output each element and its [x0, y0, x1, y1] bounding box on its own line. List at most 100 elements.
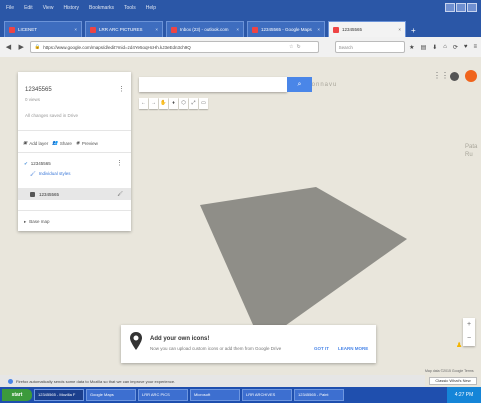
home-icon[interactable]: ⌂	[443, 44, 447, 51]
share-icon: 👥	[52, 140, 58, 145]
close-icon[interactable]: ×	[74, 27, 77, 32]
tab-lrr-arc-pictures[interactable]: LRR ARC PICTURES ×	[85, 21, 163, 37]
back-icon[interactable]: ◀	[4, 43, 13, 51]
info-icon	[8, 378, 13, 384]
sync-icon[interactable]: ⟳	[453, 44, 458, 51]
library-icon[interactable]: ▤	[421, 44, 427, 51]
layer-style-link[interactable]: 🖌 Individual styles	[30, 171, 71, 177]
directions-button[interactable]: ⤢	[189, 98, 198, 109]
base-map-toggle[interactable]: ▸ Base map	[24, 219, 50, 225]
start-button[interactable]: start	[2, 389, 32, 401]
navigation-bar: ◀ ▶ 🔒 https://www.google.com/maps/d/edit…	[0, 37, 481, 57]
tab-mymap[interactable]: 12345565 ×	[328, 21, 406, 37]
layer-style-label: Individual styles	[38, 171, 71, 176]
share-label: Share	[59, 140, 72, 146]
close-icon[interactable]: ×	[155, 27, 158, 32]
apps-grid-icon[interactable]: ⋮⋮	[433, 71, 449, 80]
draw-line-button[interactable]: ⬡	[179, 98, 188, 109]
window-controls	[445, 3, 477, 12]
layer-options-icon[interactable]: ⋮	[116, 159, 123, 167]
taskbar-item[interactable]: Microsoft	[190, 389, 240, 401]
hand-tool-button[interactable]: ✋	[159, 98, 168, 109]
bookmark-star-icon[interactable]: ☆	[289, 44, 293, 50]
more-options-icon[interactable]: ⋮	[118, 85, 125, 93]
menu-history[interactable]: History	[63, 5, 79, 11]
layer-row[interactable]: ✔ 12345565	[24, 161, 51, 167]
notifications-icon[interactable]	[450, 72, 459, 81]
browser-chrome: File Edit View History Bookmarks Tools H…	[0, 0, 481, 57]
share-button[interactable]: 👥 Share	[52, 140, 72, 146]
add-layer-icon: ▣	[23, 140, 28, 145]
menu-file[interactable]: File	[6, 5, 14, 11]
tab-inbox[interactable]: Inbox (23) - outlook.com ×	[166, 21, 244, 37]
zoom-out-button[interactable]: −	[463, 332, 475, 346]
forward-icon[interactable]: ▶	[17, 43, 26, 51]
pegman-icon[interactable]: ♟	[456, 341, 462, 349]
menu-icon[interactable]: ≡	[473, 44, 477, 51]
zoom-in-button[interactable]: +	[463, 318, 475, 332]
learn-more-link[interactable]: LEARN MORE	[338, 346, 368, 351]
menu-bar: File Edit View History Bookmarks Tools H…	[0, 0, 481, 16]
menu-tools[interactable]: Tools	[124, 5, 136, 11]
browser-search-input[interactable]: Search	[334, 41, 406, 53]
maximize-button[interactable]	[456, 3, 466, 12]
map-attribution: Map data ©2015 Google Terms	[425, 369, 474, 373]
layer-checkbox-icon[interactable]: ✔	[24, 161, 28, 167]
menu-edit[interactable]: Edit	[24, 5, 33, 11]
taskbar-item[interactable]: Google Maps	[86, 389, 136, 401]
menu-help[interactable]: Help	[146, 5, 156, 11]
search-icon: ⌕	[297, 81, 302, 88]
promo-title: Add your own icons!	[150, 336, 210, 342]
reload-icon[interactable]: ↻	[296, 44, 300, 50]
map-title[interactable]: 12345565	[25, 87, 52, 93]
close-window-button[interactable]	[467, 3, 477, 12]
close-icon[interactable]: ×	[398, 27, 401, 32]
classic-whats-new-button[interactable]: Classic What's New	[429, 377, 477, 385]
map-search-button[interactable]: ⌕	[287, 77, 312, 92]
promo-text: Now you can upload custom icons or add t…	[150, 346, 282, 351]
undo-button[interactable]: ←	[139, 98, 148, 109]
close-icon[interactable]: ×	[236, 27, 239, 32]
close-icon[interactable]: ×	[317, 27, 320, 32]
search-placeholder: Search	[338, 44, 353, 50]
favicon-icon	[252, 26, 258, 33]
tab-google-maps[interactable]: 12345565 - Google Maps ×	[247, 21, 325, 37]
tab-label: Inbox (23) - outlook.com	[180, 27, 229, 32]
measure-button[interactable]: ▭	[199, 98, 208, 109]
layer-name[interactable]: 12345565	[31, 161, 51, 167]
add-marker-button[interactable]: ♦	[169, 98, 178, 109]
account-avatar[interactable]	[465, 70, 477, 82]
map-toolbar: ← → ✋ ♦ ⬡ ⤢ ▭	[139, 98, 208, 109]
tab-licenet[interactable]: LICENET ×	[4, 21, 82, 37]
style-icon[interactable]: 🖌	[117, 191, 123, 197]
map-search-input[interactable]	[139, 77, 287, 92]
add-layer-button[interactable]: ▣ Add layer	[23, 140, 48, 146]
redo-button[interactable]: →	[149, 98, 158, 109]
custom-icons-promo: Add your own icons! Now you can upload c…	[121, 325, 376, 363]
bookmarks-icon[interactable]: ★	[409, 44, 414, 51]
taskbar-item[interactable]: LRR ARC PICS	[138, 389, 188, 401]
download-icon[interactable]: ⬇	[432, 44, 437, 51]
chevron-right-icon: ▸	[24, 219, 27, 224]
pocket-icon[interactable]: ♥	[464, 44, 468, 51]
menu-bookmarks[interactable]: Bookmarks	[89, 5, 114, 11]
taskbar-item[interactable]: 12345565 - Mozilla F	[34, 389, 84, 401]
taskbar-item[interactable]: 12345565 - Paint	[294, 389, 344, 401]
base-map-label: Base map	[29, 219, 50, 224]
divider	[18, 210, 131, 211]
feature-item[interactable]: 12345565 🖌	[18, 188, 131, 200]
favicon-icon	[333, 26, 339, 33]
favicon-icon	[171, 26, 177, 33]
got-it-button[interactable]: GOT IT	[314, 346, 329, 351]
preview-button[interactable]: ◉ Preview	[76, 140, 98, 146]
notification-text: Firefox automatically sends some data to…	[16, 378, 176, 384]
menu-view[interactable]: View	[43, 5, 54, 11]
new-tab-button[interactable]: +	[411, 25, 421, 37]
url-bar[interactable]: 🔒 https://www.google.com/maps/d/edit?mid…	[29, 41, 319, 53]
drawn-polygon[interactable]	[200, 187, 407, 343]
tab-label: 12345565	[342, 27, 363, 32]
add-layer-label: Add layer	[29, 140, 49, 146]
map-views: 0 views	[25, 97, 41, 102]
taskbar-item[interactable]: LRR ARCHIVES	[242, 389, 292, 401]
minimize-button[interactable]	[445, 3, 455, 12]
